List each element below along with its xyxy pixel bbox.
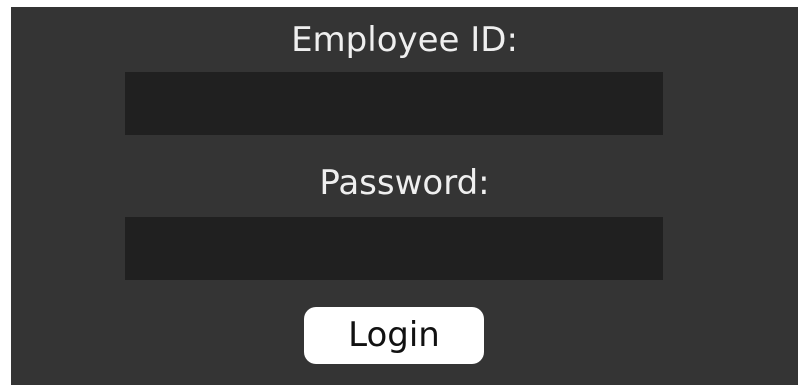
login-button[interactable]: Login — [304, 307, 484, 364]
password-label: Password: — [319, 163, 490, 203]
employee-id-label: Employee ID: — [291, 20, 518, 60]
login-panel: Employee ID: Password: Login — [11, 7, 798, 385]
password-input[interactable] — [125, 217, 663, 280]
employee-id-input[interactable] — [125, 72, 663, 135]
